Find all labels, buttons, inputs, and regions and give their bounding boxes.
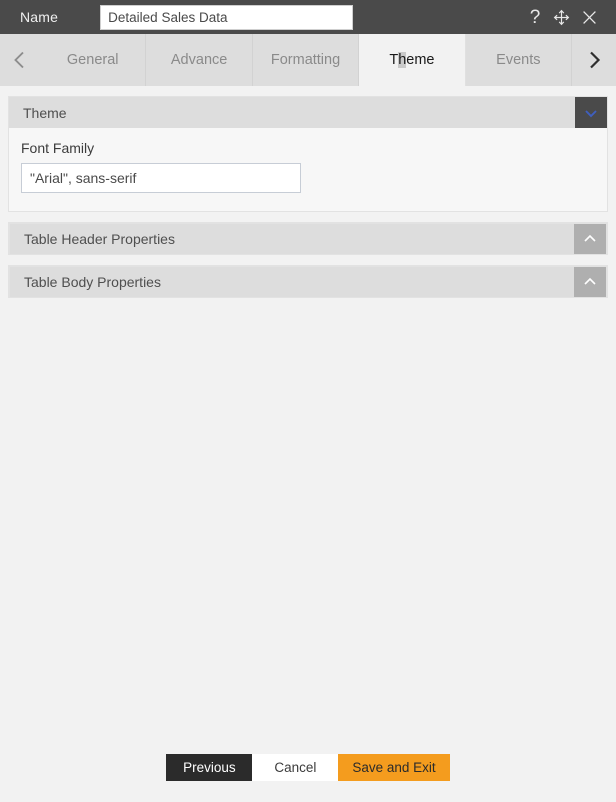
tab-advance-label: Advance [170,52,228,68]
save-and-exit-button[interactable]: Save and Exit [338,753,450,781]
section-table-header-properties: Table Header Properties [8,222,608,255]
help-icon[interactable]: ? [528,7,542,27]
tab-list: General Advance Formatting Theme Events [40,34,573,86]
settings-content: Theme Font Family Table Header Propertie… [0,86,616,744]
tab-general[interactable]: General [40,34,147,86]
font-family-label: Font Family [21,140,95,156]
section-theme: Theme Font Family [8,96,608,212]
tab-advance[interactable]: Advance [146,34,253,86]
tab-theme[interactable]: Theme [359,34,466,86]
cancel-button[interactable]: Cancel [252,753,339,781]
name-label: Name [20,9,59,25]
tab-theme-label-pre: T [389,52,399,68]
dialog-footer: Previous Cancel Save and Exit [0,744,616,802]
dialog-titlebar: Name ? [0,0,616,34]
tab-bar: General Advance Formatting Theme Events [0,34,616,86]
titlebar-icon-group: ? [528,7,606,27]
section-theme-header[interactable]: Theme [9,97,607,128]
previous-button[interactable]: Previous [166,753,253,781]
chevron-left-icon[interactable] [0,34,40,86]
tab-theme-label-post: eme [406,52,435,68]
chevron-down-icon[interactable] [575,97,607,128]
tab-events-label: Events [496,52,541,68]
section-theme-title: Theme [23,104,67,121]
section-table-header-properties-header[interactable]: Table Header Properties [9,223,607,254]
section-table-body-properties-title: Table Body Properties [24,274,161,290]
section-table-body-properties-header[interactable]: Table Body Properties [9,266,607,297]
section-table-body-properties: Table Body Properties [8,265,608,298]
tab-theme-label: Theme [389,52,435,68]
move-icon[interactable] [553,9,570,26]
tab-general-label: General [66,52,119,68]
chevron-up-icon[interactable] [574,267,606,297]
tab-formatting-label: Formatting [270,52,341,68]
font-family-input[interactable] [21,163,301,193]
name-input[interactable] [100,4,354,30]
chevron-right-icon[interactable] [572,34,616,86]
section-theme-body: Font Family [9,128,607,211]
section-table-header-properties-title: Table Header Properties [24,231,175,247]
dialog-window: Name ? [0,0,616,802]
tab-events[interactable]: Events [465,34,573,86]
close-icon[interactable] [581,9,598,26]
chevron-up-icon[interactable] [574,224,606,254]
tab-formatting[interactable]: Formatting [252,34,360,86]
